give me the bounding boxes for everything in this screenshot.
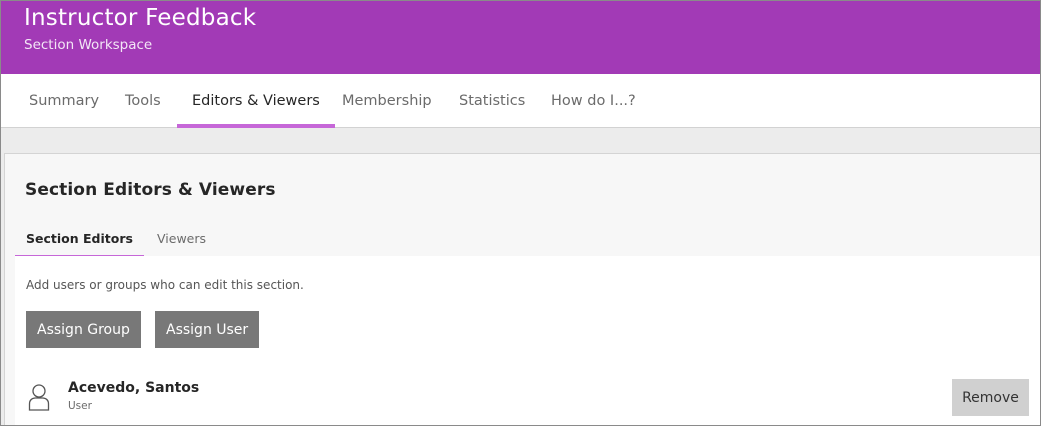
user-name: Acevedo, Santos <box>68 380 200 396</box>
editors-hint-text: Add users or groups who can edit this se… <box>26 278 304 292</box>
tab-summary[interactable]: Summary <box>14 74 114 128</box>
main-tab-bar: Summary Tools Editors & Viewers Membersh… <box>1 74 1040 128</box>
page-subtitle: Section Workspace <box>24 37 153 53</box>
tab-statistics[interactable]: Statistics <box>444 74 540 128</box>
app-window: Instructor Feedback Section Workspace Su… <box>0 0 1041 426</box>
panel-title: Section Editors & Viewers <box>25 180 276 200</box>
tab-membership[interactable]: Membership <box>327 74 447 128</box>
assign-user-button[interactable]: Assign User <box>155 311 260 348</box>
page-header: Instructor Feedback Section Workspace <box>1 1 1040 74</box>
tab-editors-viewers[interactable]: Editors & Viewers <box>177 74 335 128</box>
assign-group-button[interactable]: Assign Group <box>26 311 141 348</box>
subtab-viewers[interactable]: Viewers <box>146 220 217 258</box>
user-list-item: Acevedo, Santos User Remove <box>15 371 1040 425</box>
user-icon <box>28 383 50 411</box>
remove-user-button[interactable]: Remove <box>952 379 1029 416</box>
editors-viewers-panel: Section Editors & Viewers Section Editor… <box>4 153 1040 425</box>
tab-tools[interactable]: Tools <box>110 74 176 128</box>
user-role: User <box>68 400 92 412</box>
section-editors-content: Add users or groups who can edit this se… <box>15 256 1040 425</box>
page-title: Instructor Feedback <box>24 5 257 31</box>
tab-how-do-i[interactable]: How do I...? <box>536 74 651 128</box>
subtab-section-editors[interactable]: Section Editors <box>15 220 144 258</box>
